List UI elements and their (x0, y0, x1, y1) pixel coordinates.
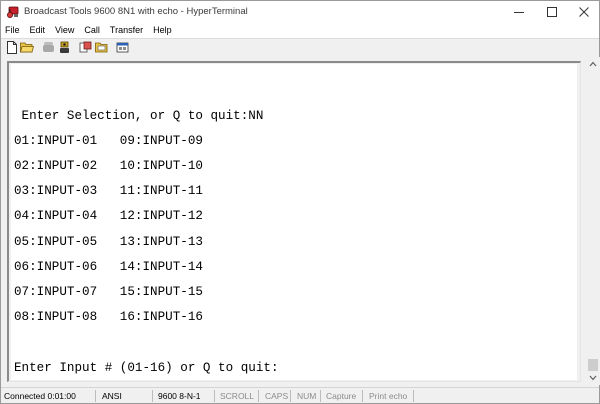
status-divider (152, 390, 153, 402)
menu-call[interactable]: Call (79, 23, 105, 38)
new-file-icon (6, 40, 17, 54)
status-divider (258, 390, 259, 402)
receive-file-icon (95, 42, 108, 53)
menu-file[interactable]: File (1, 23, 25, 38)
num-lock-status: NUM (297, 391, 317, 401)
terminal-row: 01:INPUT-01 09:INPUT-09 (14, 134, 203, 148)
vertical-scrollbar[interactable] (586, 57, 600, 385)
scroll-lock-status: SCROLL (220, 391, 255, 401)
terminal-row: 03:INPUT-03 11:INPUT-11 (14, 184, 203, 198)
menu-edit[interactable]: Edit (25, 23, 51, 38)
terminal-row: 02:INPUT-02 10:INPUT-10 (14, 159, 203, 173)
open-folder-icon (19, 42, 34, 53)
maximize-button[interactable] (537, 1, 567, 23)
properties-icon (116, 42, 129, 53)
dial-icon (60, 41, 69, 53)
title-bar[interactable]: Broadcast Tools 9600 8N1 with echo - Hyp… (1, 1, 599, 23)
caps-lock-status: CAPS (265, 391, 289, 401)
dial-button[interactable] (57, 40, 72, 54)
properties-button[interactable] (115, 40, 130, 54)
phone-icon (43, 42, 54, 52)
close-button[interactable] (569, 1, 599, 23)
send-button[interactable] (78, 40, 93, 54)
print-echo-status: Print echo (369, 391, 408, 401)
receive-button[interactable] (94, 40, 109, 54)
maximize-icon (547, 7, 557, 17)
new-connection-button[interactable] (4, 40, 19, 54)
terminal-screen[interactable]: Enter Selection, or Q to quit:NN 01:INPU… (11, 64, 577, 380)
menu-view[interactable]: View (50, 23, 79, 38)
terminal-row: 04:INPUT-04 12:INPUT-12 (14, 209, 203, 223)
connection-time: Connected 0:01:00 (4, 391, 76, 401)
status-divider (95, 390, 96, 402)
emulation-status: ANSI (102, 391, 122, 401)
terminal-row: 07:INPUT-07 15:INPUT-15 (14, 285, 203, 299)
port-settings-status: 9600 8-N-1 (158, 391, 201, 401)
chevron-up-icon (589, 61, 597, 67)
scroll-up-button[interactable] (586, 57, 600, 71)
send-file-icon (79, 41, 92, 53)
status-divider (214, 390, 215, 402)
status-divider (320, 390, 321, 402)
capture-status: Capture (326, 391, 357, 401)
selection-prompt: Enter Selection, or Q to quit:NN (14, 109, 264, 123)
chevron-down-icon (589, 375, 597, 381)
toolbar (1, 38, 599, 55)
minimize-button[interactable] (504, 1, 534, 23)
terminal-row: 05:INPUT-05 13:INPUT-13 (14, 235, 203, 249)
status-divider (413, 390, 414, 402)
menu-help[interactable]: Help (148, 23, 177, 38)
terminal-row: 08:INPUT-08 16:INPUT-16 (14, 310, 203, 324)
close-icon (579, 7, 589, 17)
terminal-row: 06:INPUT-06 14:INPUT-14 (14, 260, 203, 274)
disconnect-button[interactable] (41, 40, 56, 54)
minimize-icon (514, 12, 524, 13)
hyperterminal-window: Broadcast Tools 9600 8N1 with echo - Hyp… (0, 0, 600, 404)
window-title: Broadcast Tools 9600 8N1 with echo - Hyp… (24, 6, 248, 17)
menu-transfer[interactable]: Transfer (105, 23, 148, 38)
hyperterminal-app-icon[interactable] (6, 5, 20, 19)
scroll-down-button[interactable] (586, 371, 600, 385)
scroll-thumb[interactable] (588, 359, 598, 371)
status-divider (362, 390, 363, 402)
menu-bar: File Edit View Call Transfer Help (1, 23, 599, 38)
status-bar: Connected 0:01:00 ANSI 9600 8-N-1 SCROLL… (1, 387, 599, 403)
open-button[interactable] (19, 40, 34, 54)
status-divider (290, 390, 291, 402)
input-prompt: Enter Input # (01-16) or Q to quit: (14, 361, 279, 375)
